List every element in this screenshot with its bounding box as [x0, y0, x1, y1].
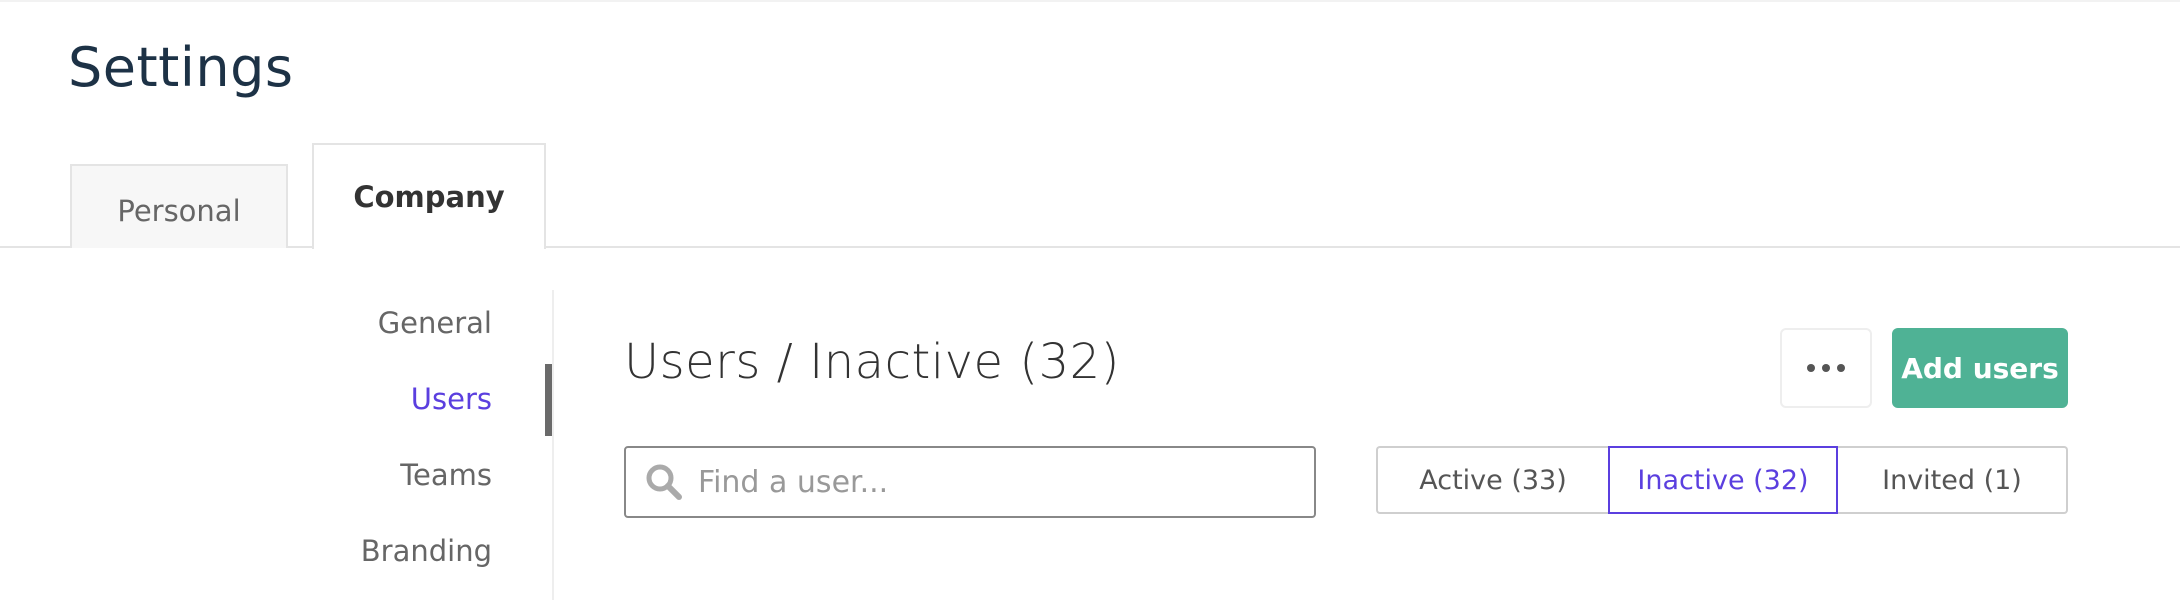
tab-personal[interactable]: Personal: [70, 164, 288, 248]
ellipsis-icon: [1807, 364, 1845, 372]
sidebar-divider: [552, 290, 554, 600]
sidebar-item-teams[interactable]: Teams: [252, 458, 552, 492]
more-options-button[interactable]: [1780, 328, 1872, 408]
search-icon: [644, 462, 684, 502]
filter-active-button[interactable]: Active (33): [1376, 446, 1608, 514]
filter-invited-button[interactable]: Invited (1): [1838, 446, 2068, 514]
sidebar-item-branding[interactable]: Branding: [252, 534, 552, 568]
filter-inactive-button[interactable]: Inactive (32): [1608, 446, 1838, 514]
add-users-button[interactable]: Add users: [1892, 328, 2068, 408]
top-divider: [0, 0, 2180, 2]
sidebar-item-general[interactable]: General: [252, 306, 552, 340]
search-input[interactable]: [698, 464, 1298, 500]
settings-page: Settings Personal Company General Users …: [0, 0, 2180, 600]
active-nav-indicator: [545, 364, 552, 436]
search-field[interactable]: [624, 446, 1316, 518]
status-filter-group: Active (33) Inactive (32) Invited (1): [1376, 446, 2068, 514]
section-title: Users / Inactive (32): [624, 334, 1120, 390]
tab-company[interactable]: Company: [312, 143, 546, 249]
sidebar-item-users[interactable]: Users: [252, 382, 552, 416]
page-title: Settings: [68, 36, 294, 99]
settings-sidebar: General Users Teams Branding: [0, 290, 552, 600]
